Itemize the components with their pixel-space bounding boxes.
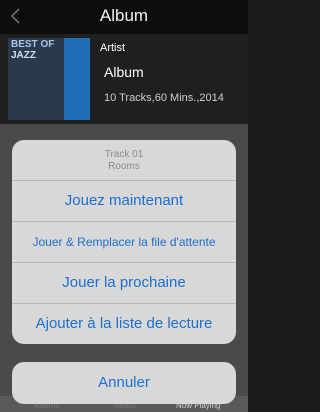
album-name: Album: [104, 64, 144, 80]
artist-name: Artist: [100, 42, 126, 54]
cancel-label: Annuler: [98, 374, 150, 391]
top-bar: Album: [0, 0, 248, 34]
play-next-button[interactable]: Jouer la prochaine: [12, 262, 236, 303]
action-sheet-header: Track 01 Rooms: [12, 140, 236, 180]
action-sheet: Track 01 Rooms Jouez maintenant Jouer & …: [12, 140, 236, 344]
cover-text-line2: JAZZ: [11, 50, 36, 61]
play-replace-queue-label: Jouer & Remplacer la file d'attente: [32, 235, 216, 249]
cover-accent-strip: [64, 38, 90, 120]
album-header: BEST OF JAZZ Artist Album 10 Tracks,60 M…: [0, 34, 248, 124]
page-title: Album: [99, 6, 149, 25]
cancel-button[interactable]: Annuler: [12, 362, 236, 404]
room-label: Rooms: [108, 161, 140, 172]
play-replace-queue-button[interactable]: Jouer & Remplacer la file d'attente: [12, 221, 236, 262]
cover-text-line1: BEST OF: [11, 39, 55, 50]
add-to-playlist-label: Ajouter à la liste de lecture: [35, 315, 213, 332]
play-now-label: Jouez maintenant: [64, 192, 184, 209]
album-cover-image: BEST OF JAZZ: [8, 38, 90, 120]
album-meta: 10 Tracks,60 Mins.,2014: [104, 92, 224, 104]
play-now-button[interactable]: Jouez maintenant: [12, 180, 236, 221]
track-title: Track 01: [104, 149, 144, 160]
play-next-label: Jouer la prochaine: [62, 274, 186, 291]
add-to-playlist-button[interactable]: Ajouter à la liste de lecture: [12, 303, 236, 344]
